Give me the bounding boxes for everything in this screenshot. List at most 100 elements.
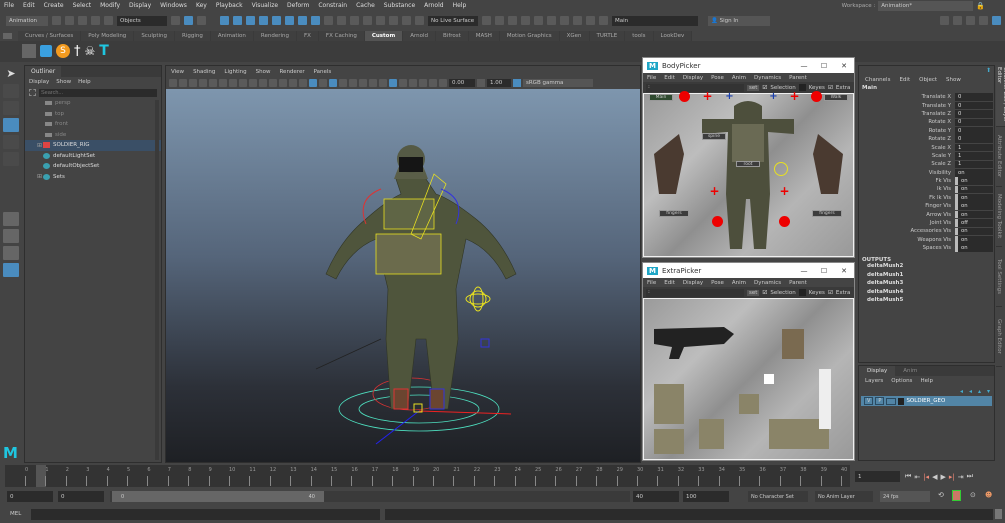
go-to-start-icon[interactable]: ⏮ [905,472,911,481]
grid-icon[interactable] [229,79,237,87]
channel-row[interactable]: Rotate X 0 [859,118,994,127]
channel-value[interactable]: 1 [955,143,993,152]
default-material-icon[interactable] [319,79,327,87]
shelf-t-icon[interactable]: T [99,43,109,59]
smooth-shade-icon[interactable] [309,79,317,87]
render-frame-icon[interactable] [508,16,517,25]
shelf-tab-animation[interactable]: Animation [210,31,254,41]
fingers-left-button[interactable]: fingers [659,210,689,217]
select-by-deform-icon[interactable] [272,16,281,25]
shelf-tab-sculpting[interactable]: Sculpting [134,31,175,41]
outliner-scrollbar[interactable] [155,100,159,460]
layer-display-type-toggle[interactable] [886,397,897,405]
new-layer-icon[interactable]: ◂ [960,388,963,395]
picker-menu-dynamics[interactable]: Dynamics [754,75,781,81]
picker-menu-file[interactable]: File [647,280,656,286]
menu-constrain[interactable]: Constrain [318,2,347,9]
image-plane-icon[interactable] [199,79,207,87]
select-by-dynamic-icon[interactable] [285,16,294,25]
ipr-render-icon[interactable] [534,16,543,25]
current-frame-field[interactable]: 1 [855,471,900,482]
shelf-s-icon[interactable]: S [56,44,70,58]
paint-select-tool-icon[interactable] [3,101,19,115]
shoulder-control-right[interactable]: + [789,90,800,102]
character-controls-icon[interactable] [953,16,962,25]
menu-substance[interactable]: Substance [384,2,415,9]
select-by-handle-icon[interactable] [220,16,229,25]
shelf-tab-fx[interactable]: FX [296,31,319,41]
move-layer-down-icon[interactable]: ▾ [987,388,990,395]
outliner-menu-display[interactable]: Display [29,79,49,85]
channel-menu-object[interactable]: Object [919,77,937,83]
film-gate-icon[interactable] [239,79,247,87]
isolate-select-icon[interactable] [399,79,407,87]
save-scene-icon[interactable] [78,16,87,25]
playback-start-field[interactable]: 0 [58,491,104,502]
viewport-menu-renderer[interactable]: Renderer [279,69,304,75]
menu-display[interactable]: Display [129,2,151,9]
field-chart-icon[interactable] [269,79,277,87]
resolution-gate-icon[interactable] [249,79,257,87]
snap-curve-icon[interactable] [363,16,372,25]
layer-playback-toggle[interactable]: P [875,397,885,405]
filter-icon[interactable] [29,89,36,96]
keyes-checkbox[interactable] [798,84,806,91]
menu-arnold[interactable]: Arnold [424,2,443,9]
viewport-menu-shading[interactable]: Shading [193,69,215,75]
safe-action-icon[interactable] [279,79,287,87]
channel-menu-edit[interactable]: Edit [899,77,910,83]
picker-menu-parent[interactable]: Parent [789,280,807,286]
lock-selection-icon[interactable] [324,16,333,25]
channel-value[interactable]: on [955,202,993,211]
picker-menu-edit[interactable]: Edit [664,280,675,286]
side-tab[interactable]: Modeling Toolkit [996,187,1002,247]
picker-menu-edit[interactable]: Edit [664,75,675,81]
channel-value[interactable]: on [955,185,993,194]
channel-menu-channels[interactable]: Channels [865,77,890,83]
grease-pencil-icon[interactable] [219,79,227,87]
keyes-checkbox[interactable] [798,289,806,296]
picker-menu-file[interactable]: File [647,75,656,81]
bookmarks-icon[interactable] [189,79,197,87]
gate-mask-icon[interactable] [259,79,267,87]
move-layer-up-icon[interactable]: ▴ [978,388,981,395]
step-forward-frame-icon[interactable]: ▸| [949,473,955,481]
channel-value[interactable]: on [955,194,993,202]
lock-icon[interactable]: 🔒 [976,2,985,10]
layer-tab-display[interactable]: Display [859,366,896,376]
new-scene-icon[interactable] [52,16,61,25]
channel-row[interactable]: Scale Z 1 [859,160,994,169]
output-node[interactable]: deltaMush3 [859,280,994,288]
extrapicker-titlebar[interactable]: M ExtraPicker — ☐ ✕ [643,263,854,278]
rotate-tool-icon[interactable] [3,135,19,149]
outliner-item[interactable]: defaultLightSet [25,151,161,162]
loop-icon[interactable]: ⟲ [938,491,944,499]
select-by-surface-icon[interactable] [259,16,268,25]
playback-end-field[interactable]: 40 [633,491,679,502]
set-namespace-button[interactable]: set [747,289,760,296]
persp-outliner-layout-icon[interactable] [3,246,19,260]
channel-row[interactable]: Fk Ik Vis on [859,194,994,202]
channel-value[interactable]: 1 [955,160,993,169]
channel-value[interactable]: 1 [955,152,993,160]
spine-button[interactable]: spine [702,133,726,140]
render-settings-icon[interactable] [547,16,556,25]
mel-command-input[interactable] [31,509,380,520]
shelf-tab-tools[interactable]: tools [625,31,654,41]
namespace-dropdown[interactable]: : [646,288,744,297]
hypershade-icon[interactable] [560,16,569,25]
clavicle-control-right[interactable]: + [768,92,779,103]
layer-row-soldier-geo[interactable]: V P SOLDIER_GEO [861,396,992,406]
cog-control[interactable] [774,162,788,176]
minimize-icon[interactable]: — [794,62,814,70]
anim-layer-dropdown[interactable]: No Anim Layer [815,491,873,502]
anti-aliasing-icon[interactable] [379,79,387,87]
outliner-item[interactable]: ⊞ Sets [25,172,161,183]
channel-value[interactable]: on [955,177,993,185]
shelf-tab-arnold[interactable]: Arnold [403,31,437,41]
wireframe-icon[interactable] [299,79,307,87]
time-slider[interactable]: 0 1 2 3 4 5 6 7 8 9 10 11 12 13 14 15 16 17 18 19 20 21 22 23 24… [5,465,850,487]
auto-key-icon[interactable] [952,490,961,501]
output-node[interactable]: deltaMush4 [859,289,994,297]
menu-playback[interactable]: Playback [216,2,243,9]
